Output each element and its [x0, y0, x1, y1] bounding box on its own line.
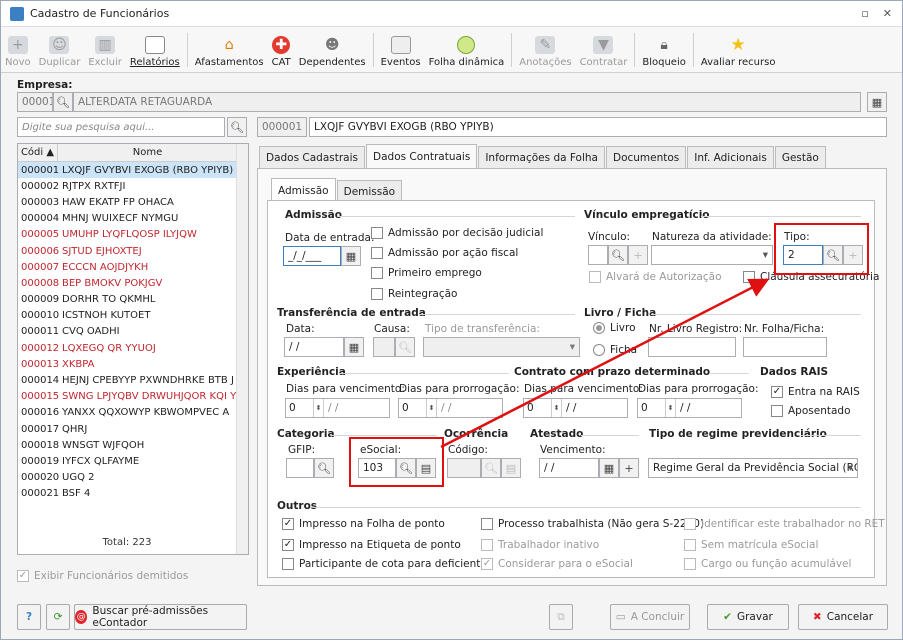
annotation-arrow	[440, 278, 770, 449]
window: Cadastro de Funcionários ▫ ✕ + Novo ☺ Dupli…	[0, 0, 903, 640]
